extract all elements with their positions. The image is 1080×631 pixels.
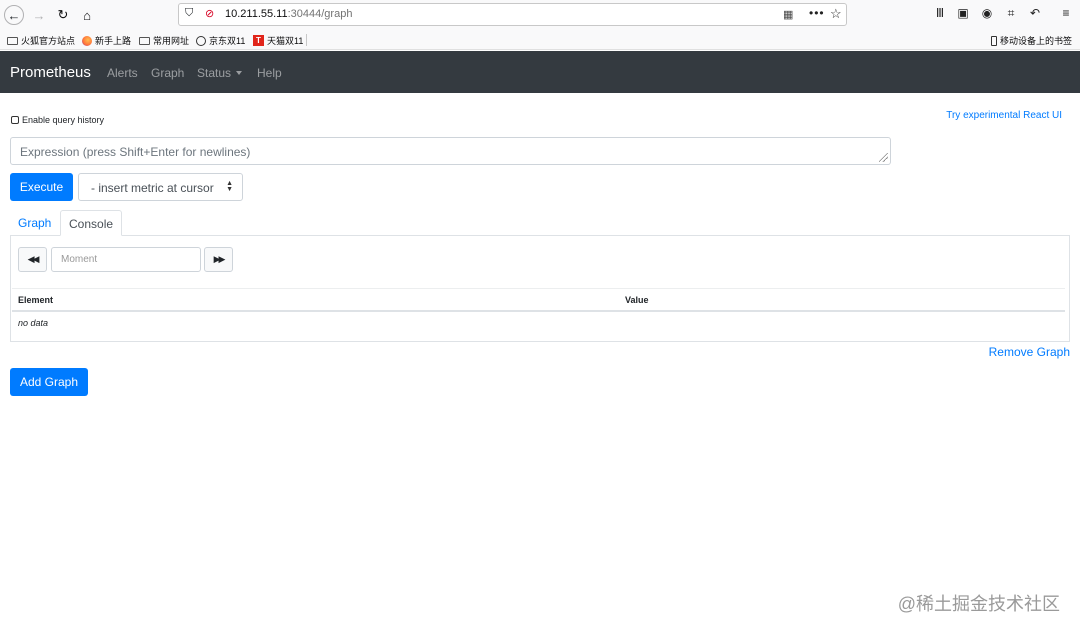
- query-history-label: Enable query history: [22, 115, 105, 125]
- execute-button[interactable]: Execute: [10, 173, 73, 201]
- url-host: 10.211.55.11: [225, 8, 288, 20]
- reload-icon[interactable]: ↻: [53, 5, 73, 25]
- moment-forward-button[interactable]: ▶▶: [204, 247, 233, 272]
- nav-alerts[interactable]: Alerts: [107, 66, 138, 80]
- insecure-lock-icon[interactable]: ⊘: [205, 7, 219, 21]
- tmall-icon: T: [253, 35, 264, 46]
- nav-graph[interactable]: Graph: [151, 66, 184, 80]
- shield-icon[interactable]: ⛉: [185, 7, 199, 21]
- tab-console[interactable]: Console: [60, 210, 123, 236]
- bookmark-star-icon[interactable]: ☆: [830, 6, 842, 22]
- table-header-divider: [12, 310, 1065, 312]
- account-icon[interactable]: ◉: [979, 6, 995, 20]
- library-icon[interactable]: Ⅲ: [932, 6, 948, 20]
- url-text[interactable]: 10.211.55.11:30444/graph: [225, 8, 352, 20]
- more-icon[interactable]: •••: [809, 6, 825, 20]
- watermark: @稀土掘金技术社区: [897, 594, 1060, 614]
- double-left-arrow-icon: ◀◀: [27, 254, 40, 264]
- caret-down-icon: [236, 71, 243, 75]
- resize-handle-icon[interactable]: [879, 153, 888, 162]
- tab-graph[interactable]: Graph: [10, 210, 59, 236]
- no-data-text: no data: [18, 318, 49, 328]
- forward-arrow-icon[interactable]: →: [29, 5, 49, 25]
- double-right-arrow-icon: ▶▶: [213, 254, 226, 264]
- qr-code-icon[interactable]: ▦: [783, 8, 793, 21]
- moment-input[interactable]: Moment: [51, 247, 201, 272]
- select-arrows-icon: ▲ ▼: [226, 180, 233, 193]
- column-header-value: Value: [625, 295, 649, 305]
- home-icon[interactable]: ⌂: [77, 5, 97, 25]
- url-bar[interactable]: ⛉ ⊘ 10.211.55.11:30444/graph ▦ ••• ☆: [178, 3, 847, 26]
- insert-metric-label: - insert metric at cursor: [91, 181, 214, 195]
- remove-graph-link[interactable]: Remove Graph: [989, 345, 1070, 359]
- back-arrow-icon[interactable]: ←: [4, 5, 24, 25]
- firefox-icon: [82, 35, 92, 46]
- brand-logo-text[interactable]: Prometheus: [10, 64, 91, 81]
- undo-icon[interactable]: ↶: [1027, 6, 1043, 20]
- bookmark-jd[interactable]: 京东双11: [196, 34, 245, 47]
- browser-toolbar: ← → ↻ ⌂ ⛉ ⊘ 10.211.55.11:30444/graph ▦ •…: [0, 0, 1080, 30]
- mobile-bookmarks[interactable]: 移动设备上的书签: [990, 34, 1072, 47]
- phone-icon: [990, 35, 997, 46]
- table-divider: [12, 288, 1065, 289]
- menu-icon[interactable]: ≡: [1058, 6, 1074, 20]
- query-history-checkbox[interactable]: [11, 116, 19, 124]
- bookmark-firefox-site[interactable]: 火狐官方站点: [7, 34, 75, 47]
- bookmark-tmall[interactable]: T 天猫双11: [253, 34, 303, 47]
- add-graph-button[interactable]: Add Graph: [10, 368, 88, 396]
- nav-status[interactable]: Status: [197, 66, 243, 80]
- bookmarks-bar: 火狐官方站点 新手上路 常用网址 京东双11 T 天猫双11 移动设备上的书签: [0, 30, 1080, 50]
- moment-back-button[interactable]: ◀◀: [18, 247, 47, 272]
- bookmark-separator: [306, 34, 307, 46]
- globe-icon: [196, 35, 206, 46]
- nav-help[interactable]: Help: [257, 66, 282, 80]
- expression-input[interactable]: Expression (press Shift+Enter for newlin…: [10, 137, 891, 165]
- folder-icon: [139, 36, 150, 45]
- top-navbar: Prometheus Alerts Graph Status Help: [0, 51, 1080, 93]
- sidebar-icon[interactable]: ▣: [955, 6, 971, 20]
- folder-icon: [7, 36, 18, 45]
- react-ui-link[interactable]: Try experimental React UI: [946, 110, 1062, 121]
- screenshot-icon[interactable]: ⌗: [1003, 6, 1019, 21]
- bookmark-common-sites[interactable]: 常用网址: [139, 34, 189, 47]
- bookmark-getting-started[interactable]: 新手上路: [82, 34, 131, 47]
- insert-metric-select[interactable]: - insert metric at cursor ▲ ▼: [78, 173, 243, 201]
- column-header-element: Element: [18, 295, 54, 305]
- url-path: :30444/graph: [287, 8, 353, 20]
- nav-status-label: Status: [197, 66, 232, 80]
